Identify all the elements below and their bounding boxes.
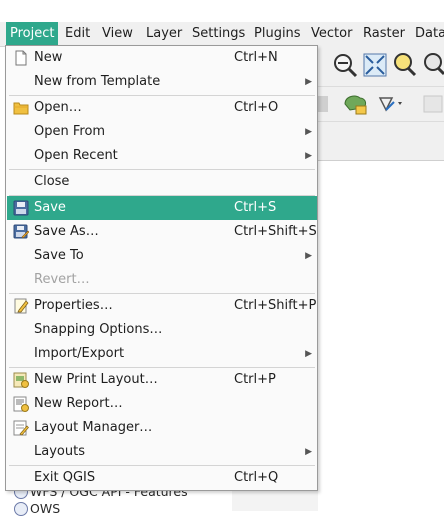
print-layout-icon — [13, 372, 29, 388]
menu-plugins[interactable]: Plugins — [250, 22, 305, 46]
submenu-arrow-icon: ▶ — [305, 151, 312, 161]
vertex-tool-icon[interactable] — [376, 92, 406, 116]
map-navigation-toolbar — [318, 46, 444, 87]
menu-item-import-export[interactable]: Import/Export ▶ — [7, 342, 317, 366]
menu-item-save-as[interactable]: Save As… Ctrl+Shift+S — [7, 220, 317, 244]
edit-tool-icon[interactable] — [316, 93, 332, 115]
menu-item-properties[interactable]: Properties… Ctrl+Shift+P — [7, 294, 317, 318]
menu-item-layout-manager[interactable]: Layout Manager… — [7, 416, 317, 440]
menu-item-new-report[interactable]: New Report… — [7, 392, 317, 416]
submenu-arrow-icon: ▶ — [305, 349, 312, 359]
editing-toolbar — [316, 87, 444, 122]
disabled-tool-icon — [423, 95, 443, 113]
menu-view[interactable]: View — [98, 22, 137, 46]
folder-icon — [13, 102, 29, 115]
menu-item-exit-qgis[interactable]: Exit QGIS Ctrl+Q — [7, 466, 317, 490]
menu-item-new-print-layout[interactable]: New Print Layout… Ctrl+P — [7, 368, 317, 392]
menu-item-open[interactable]: Open… Ctrl+O — [7, 96, 317, 120]
menu-item-revert: Revert… — [34, 272, 90, 287]
layout-manager-icon — [13, 420, 29, 436]
zoom-out-icon[interactable] — [332, 52, 358, 78]
menu-settings[interactable]: Settings — [188, 22, 249, 46]
menu-item-save-to[interactable]: Save To ▶ — [7, 244, 317, 268]
menu-vector[interactable]: Vector — [307, 22, 356, 46]
zoom-full-icon[interactable] — [362, 52, 388, 78]
menu-project[interactable]: Project — [6, 22, 59, 46]
menu-item-close[interactable]: Close — [7, 170, 317, 194]
secondary-toolbar — [318, 122, 444, 161]
menu-item-open-recent[interactable]: Open Recent ▶ — [7, 144, 317, 168]
menu-item-new-from-template[interactable]: New from Template ▶ — [7, 70, 317, 94]
submenu-arrow-icon: ▶ — [305, 77, 312, 87]
submenu-arrow-icon: ▶ — [305, 127, 312, 137]
menu-layer[interactable]: Layer — [142, 22, 186, 46]
tree-item-ows[interactable]: OWS — [14, 501, 60, 517]
menubar: Project Edit View Layer Settings Plugins… — [0, 22, 444, 47]
save-as-icon — [13, 224, 29, 239]
menu-edit[interactable]: Edit — [61, 22, 94, 46]
menu-item-snapping-options[interactable]: Snapping Options… — [7, 318, 317, 342]
add-feature-icon[interactable] — [342, 92, 370, 116]
new-file-icon — [15, 50, 27, 66]
menu-item-save[interactable]: Save Ctrl+S — [7, 196, 317, 220]
menu-raster[interactable]: Raster — [359, 22, 409, 46]
save-icon — [13, 200, 29, 216]
menu-item-open-from[interactable]: Open From ▶ — [7, 120, 317, 144]
submenu-arrow-icon: ▶ — [305, 251, 312, 261]
menu-database[interactable]: Datal — [411, 22, 444, 46]
properties-icon — [14, 298, 29, 314]
project-menu: New Ctrl+N New from Template ▶ Open… Ctr… — [5, 45, 318, 491]
menu-item-layouts[interactable]: Layouts ▶ — [7, 440, 317, 464]
map-canvas[interactable] — [318, 161, 444, 511]
menu-item-new[interactable]: New Ctrl+N — [7, 46, 317, 70]
window-top-strip — [0, 0, 444, 22]
zoom-to-layer-icon[interactable] — [422, 52, 444, 78]
globe-icon — [14, 502, 28, 516]
report-icon — [13, 396, 29, 412]
submenu-arrow-icon: ▶ — [305, 447, 312, 457]
zoom-to-selection-icon[interactable] — [392, 52, 418, 78]
